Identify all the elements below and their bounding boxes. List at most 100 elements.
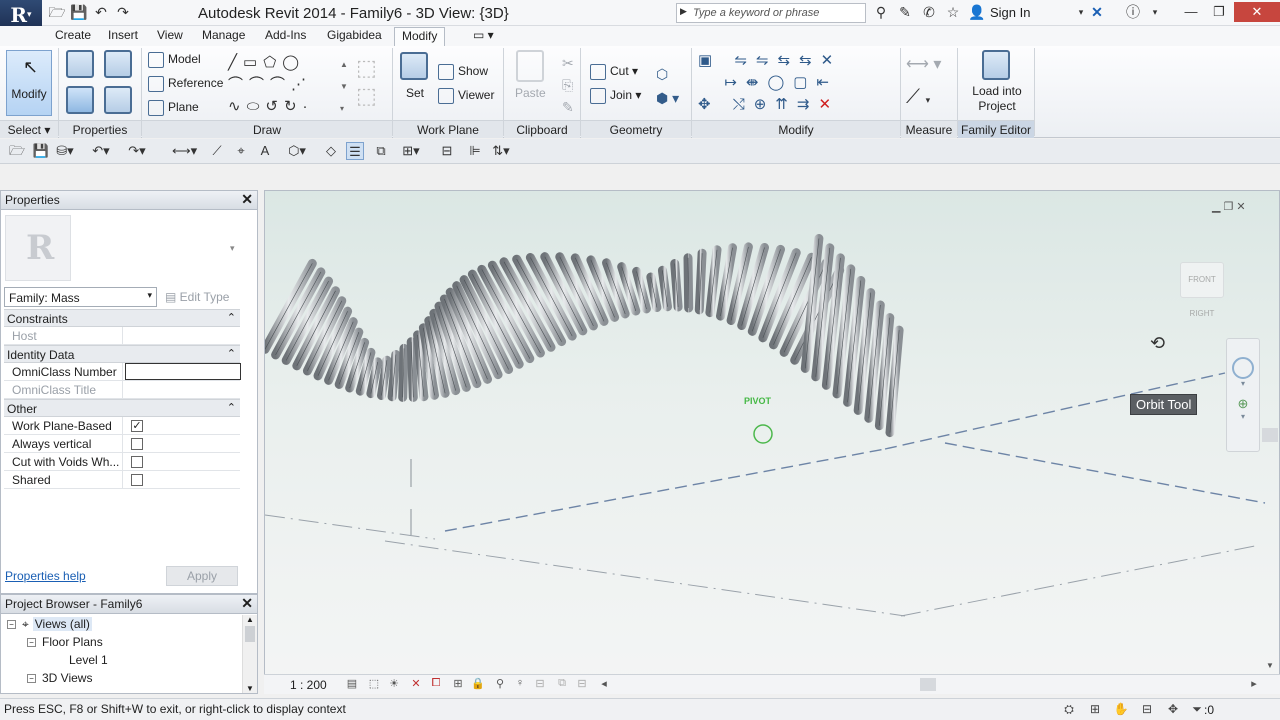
family-category-icon[interactable] xyxy=(104,50,132,78)
reveal-hidden-icon[interactable]: ♀ xyxy=(512,677,528,692)
collapse-toggle-icon[interactable]: − xyxy=(7,620,16,630)
reference-line-button[interactable]: Reference xyxy=(148,76,223,92)
cut-copy-icons[interactable]: ✂ ⎘ ✎ xyxy=(562,52,574,118)
tab-gigabidea[interactable]: Gigabidea xyxy=(320,27,389,46)
tab-add-ins[interactable]: Add-Ins xyxy=(258,27,313,46)
close-hidden-windows-icon[interactable]: ⧉ xyxy=(372,142,390,160)
select-panel-title[interactable]: Select ▾ xyxy=(0,120,58,138)
reference-plane-button[interactable]: Plane xyxy=(148,100,199,116)
tab-view[interactable]: View xyxy=(150,27,190,46)
measure-tool-icon[interactable]: ⟷▾ xyxy=(172,142,197,160)
zoom-region-icon[interactable]: ⊕ xyxy=(1235,396,1251,412)
family-type-select[interactable]: Family: Mass ▾ xyxy=(4,287,157,307)
subscription-icon[interactable]: ✎ xyxy=(896,3,914,21)
shared-checkbox[interactable] xyxy=(131,474,143,486)
sign-in-button[interactable]: Sign In xyxy=(990,5,1030,20)
browser-scrollbar[interactable]: ▲ ▼ xyxy=(242,615,257,693)
undo-button[interactable]: ↶▾ xyxy=(92,142,110,160)
apply-button[interactable]: Apply xyxy=(166,566,238,586)
help-dropdown-icon[interactable]: ▾ xyxy=(1146,3,1164,21)
search-expand-icon[interactable]: ▶ xyxy=(680,6,687,17)
crop-view-icon[interactable]: ⧠ xyxy=(428,677,444,692)
measure-icon[interactable]: ⟋ ▾ xyxy=(906,86,930,109)
set-workplane-icon[interactable] xyxy=(400,52,428,80)
set-workplane-label[interactable]: Set xyxy=(406,86,424,100)
favorites-star-icon[interactable]: ☆ xyxy=(944,3,962,21)
tree-item-floor-plans[interactable]: − Floor Plans xyxy=(27,635,103,649)
horizontal-scroll-thumb[interactable] xyxy=(920,678,936,691)
save-icon[interactable]: 💾 xyxy=(70,3,88,21)
show-workplane-button[interactable]: Show xyxy=(438,64,488,80)
temporary-hide-icon[interactable]: ⚲ xyxy=(492,677,508,692)
sun-path-toggle-icon[interactable]: ☀ xyxy=(386,677,402,692)
open-file-icon[interactable]: 🗁 xyxy=(8,142,26,160)
text-icon[interactable]: A xyxy=(256,142,274,160)
tab-insert[interactable]: Insert xyxy=(101,27,145,46)
open-icon[interactable]: 🗁 xyxy=(48,3,66,21)
select-by-face-icon[interactable]: ⊟ xyxy=(1138,702,1156,718)
edit-type-button[interactable]: ▤ Edit Type xyxy=(161,287,239,307)
show-crop-icon[interactable]: ⊞ xyxy=(450,677,466,692)
always-vertical-checkbox[interactable] xyxy=(131,438,143,450)
tree-item-3d-views[interactable]: −3D Views xyxy=(27,671,92,685)
cut-geometry-button[interactable]: Cut ▾ xyxy=(590,64,638,80)
viewcube[interactable]: FRONT RIGHT xyxy=(1180,262,1224,318)
modify-button[interactable]: ↖ Modify xyxy=(6,50,52,116)
redo-icon[interactable]: ↷ xyxy=(114,3,132,21)
model-line-button[interactable]: Model xyxy=(148,52,201,68)
wheel-dropdown-icon[interactable]: ▾ xyxy=(1227,379,1259,388)
user-icon[interactable]: 👤 xyxy=(968,3,986,21)
lock-3d-view-icon[interactable]: 🔒 xyxy=(470,677,486,692)
work-plane-based-checkbox[interactable]: ✓ xyxy=(131,420,143,432)
tag-icon[interactable]: ⌖ xyxy=(232,142,250,160)
view-vertical-scrollbar[interactable]: ▼ xyxy=(1262,420,1278,670)
cut-with-voids-checkbox[interactable] xyxy=(131,456,143,468)
omniclass-number-input[interactable] xyxy=(125,363,241,380)
analytical-model-icon[interactable]: ⧉ xyxy=(554,677,570,692)
restore-button[interactable]: ❐ xyxy=(1204,2,1234,22)
close-icon[interactable]: ✕ xyxy=(241,595,253,612)
paste-label[interactable]: Paste xyxy=(515,86,546,100)
modify-tools-gallery[interactable]: ▣ ⇋⇋⇆⇆✕ ↦⇼◯▢⇤ ✥ ⤭⊕⇈⇉✕ xyxy=(698,50,898,116)
customize-qat-icon[interactable]: ⇅▾ xyxy=(492,142,510,160)
binoculars-icon[interactable]: ⚲ xyxy=(872,3,890,21)
load-into-project-button[interactable]: Load into Project xyxy=(970,84,1024,114)
shadows-toggle-icon[interactable]: ✕ xyxy=(408,677,424,692)
sync-icon[interactable]: ⛁▾ xyxy=(56,142,74,160)
geometry-extra-icons[interactable]: ⬡ ⬢ ▾ xyxy=(656,62,679,110)
scroll-left-icon[interactable]: ◂ xyxy=(596,677,612,692)
zoom-dropdown-icon[interactable]: ▾ xyxy=(1227,412,1259,421)
default-3d-view-icon[interactable]: ⬡▾ xyxy=(288,142,306,160)
view-scale[interactable]: 1 : 200 xyxy=(290,678,327,692)
aligned-dim-icon[interactable]: ⟋ xyxy=(208,142,226,160)
drag-elements-icon[interactable]: ✥ xyxy=(1164,702,1182,718)
type-properties-icon[interactable] xyxy=(104,86,132,114)
ribbon-options-icon[interactable]: ▭ ▾ xyxy=(466,27,501,46)
paste-icon[interactable] xyxy=(516,50,544,82)
select-underlay-icon[interactable]: ⊞ xyxy=(1086,702,1104,718)
aligned-dimension-icon[interactable]: ⟷ ▾ xyxy=(906,54,941,74)
workplane-viewer-button[interactable]: Viewer xyxy=(438,88,494,104)
view-window-controls[interactable]: ▁ ❐ ✕ xyxy=(1212,200,1246,213)
minimize-button[interactable]: — xyxy=(1176,2,1206,22)
tab-manage[interactable]: Manage xyxy=(195,27,252,46)
load-into-project-icon[interactable] xyxy=(982,50,1010,80)
help-icon[interactable]: ⓘ xyxy=(1124,3,1142,21)
save-file-icon[interactable]: 💾 xyxy=(32,142,50,160)
thin-lines-icon[interactable]: ☰ xyxy=(346,142,364,160)
redo-button[interactable]: ↷▾ xyxy=(128,142,146,160)
select-pinned-icon[interactable]: ✋ xyxy=(1112,702,1130,718)
3d-view-canvas[interactable] xyxy=(264,190,1280,694)
tab-modify[interactable]: Modify xyxy=(394,27,446,46)
pick-lines-icon[interactable]: ⬚ ⬚ xyxy=(356,54,386,114)
navigation-bar[interactable]: ▾ ⊕ ▾ xyxy=(1226,338,1260,452)
tab-create[interactable]: Create xyxy=(48,27,98,46)
sun-path-icon[interactable]: ⊟ xyxy=(438,142,456,160)
close-window-button[interactable]: ✕ xyxy=(1234,2,1280,22)
collapse-toggle-icon[interactable]: − xyxy=(27,674,36,684)
section-icon[interactable]: ◇ xyxy=(322,142,340,160)
undo-icon[interactable]: ↶ xyxy=(92,3,110,21)
visual-style-icon[interactable]: ⬚ xyxy=(366,677,382,692)
constraints-group-header[interactable]: Constraints ⌃ xyxy=(4,309,240,327)
properties-help-link[interactable]: Properties help xyxy=(5,569,86,583)
